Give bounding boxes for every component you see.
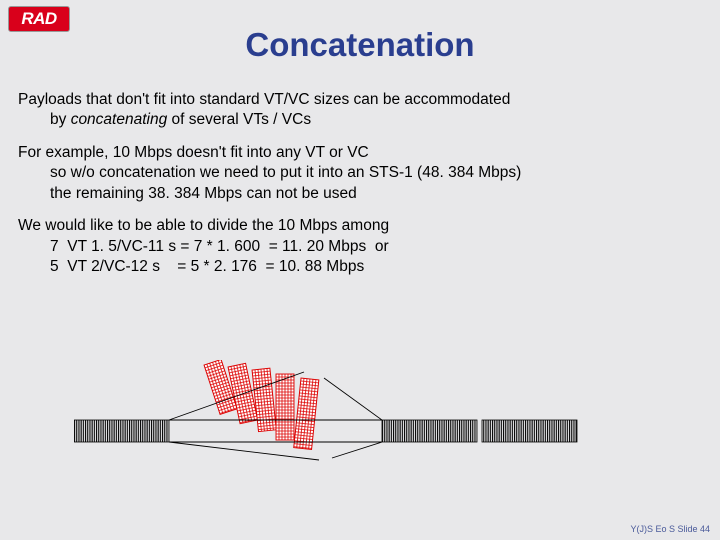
- p3-line1: We would like to be able to divide the 1…: [18, 216, 702, 236]
- p1-line1: Payloads that don't fit into standard VT…: [18, 90, 702, 110]
- diagram-svg: [74, 360, 614, 480]
- slide-title: Concatenation: [0, 26, 720, 64]
- slide-footer: Y(J)S Eo S Slide 44: [630, 524, 710, 534]
- p1-line2-pre: by: [50, 111, 71, 128]
- p1-line2-post: of several VTs / VCs: [167, 111, 311, 128]
- p3-line3: 5 VT 2/VC-12 s = 5 * 2. 176 = 10. 88 Mbp…: [18, 257, 702, 277]
- p1-line2: by concatenating of several VTs / VCs: [18, 110, 702, 130]
- p2-line1: For example, 10 Mbps doesn't fit into an…: [18, 143, 702, 163]
- p1-line2-ital: concatenating: [71, 111, 168, 128]
- p2-line2: so w/o concatenation we need to put it i…: [18, 163, 702, 183]
- concatenation-diagram: [74, 360, 614, 480]
- slide-body: Payloads that don't fit into standard VT…: [18, 90, 702, 290]
- paragraph-3: We would like to be able to divide the 1…: [18, 216, 702, 277]
- p3-line2: 7 VT 1. 5/VC-11 s = 7 * 1. 600 = 11. 20 …: [18, 237, 702, 257]
- paragraph-1: Payloads that don't fit into standard VT…: [18, 90, 702, 131]
- paragraph-2: For example, 10 Mbps doesn't fit into an…: [18, 143, 702, 204]
- p2-line3: the remaining 38. 384 Mbps can not be us…: [18, 184, 702, 204]
